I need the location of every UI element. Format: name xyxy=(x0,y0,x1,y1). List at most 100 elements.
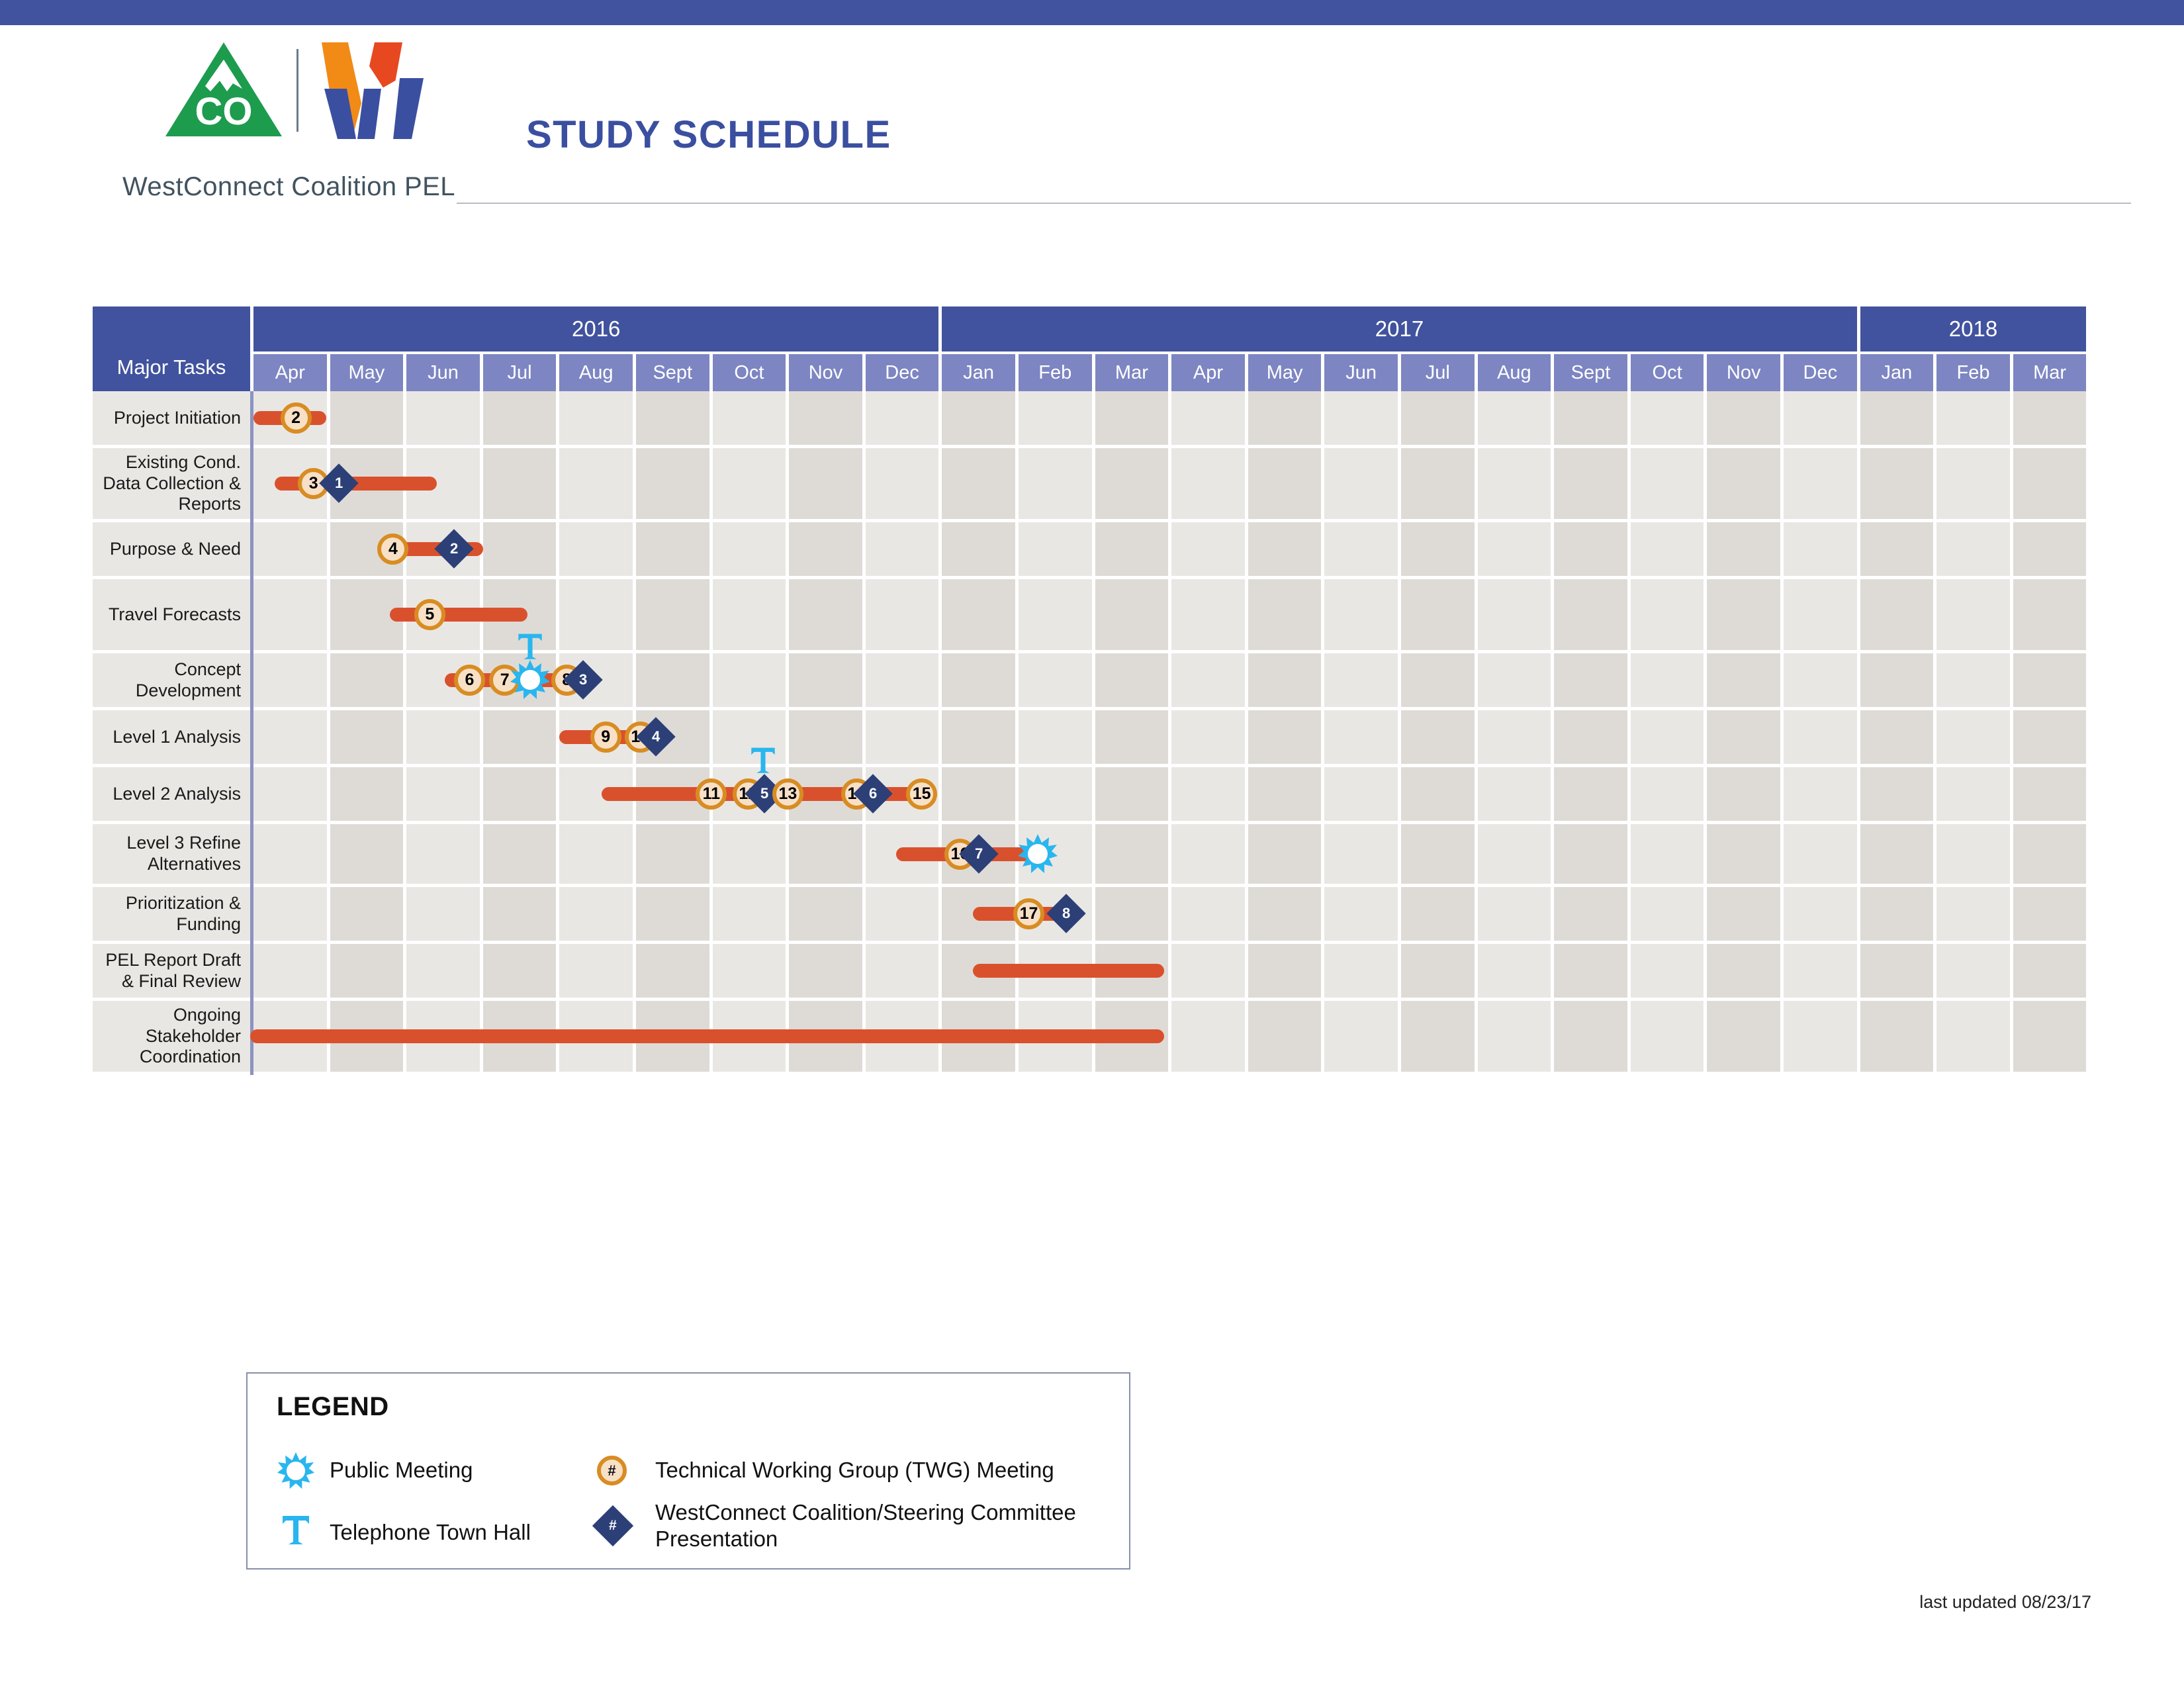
grid-cell xyxy=(559,944,633,998)
grid-cell xyxy=(1248,944,1322,998)
grid-cell xyxy=(1631,1001,1704,1072)
month-label: Aug xyxy=(579,362,614,384)
grid-cell xyxy=(1095,391,1169,445)
grid-cell xyxy=(1401,944,1475,998)
grid-cell xyxy=(1324,522,1398,576)
grid-cell xyxy=(1631,391,1704,445)
twg-meeting-marker[interactable]: 13 xyxy=(772,778,803,810)
month-label: Sept xyxy=(653,362,692,384)
grid-cell xyxy=(1401,579,1475,650)
axis-separator xyxy=(250,710,253,767)
legend-box: LEGEND Public Meeting Telephone Town Hal… xyxy=(246,1372,1130,1570)
grid-cell xyxy=(2013,391,2087,445)
grid-cell xyxy=(1401,522,1475,576)
grid-cell xyxy=(1095,448,1169,519)
month-label: Jun xyxy=(428,362,459,384)
twg-meeting-marker[interactable]: 9 xyxy=(590,722,621,753)
top-accent-band xyxy=(0,0,2184,25)
month-label: Mar xyxy=(1115,362,1148,384)
grid-cell xyxy=(1631,767,1704,821)
grid-cell xyxy=(1324,887,1398,941)
grid-cell xyxy=(1095,653,1169,707)
telephone-town-hall-marker[interactable] xyxy=(748,746,778,776)
twg-meeting-marker[interactable]: 2 xyxy=(281,402,312,434)
month-header-4: Aug xyxy=(559,354,633,391)
public-meeting-marker[interactable] xyxy=(510,659,551,700)
milestone-marker-number: 6 xyxy=(869,786,877,801)
twg-meeting-marker[interactable]: 17 xyxy=(1013,898,1044,929)
grid-cell xyxy=(1019,579,1092,650)
gantt-row: Project Initiation 2 xyxy=(93,391,2090,448)
grid-cell xyxy=(1784,767,1857,821)
logo-divider xyxy=(296,49,298,132)
grid-cell xyxy=(1324,767,1398,821)
grid-cell xyxy=(789,887,862,941)
grid-cell xyxy=(1019,710,1092,764)
telephone-town-hall-icon xyxy=(281,1514,311,1548)
grid-cell xyxy=(1019,522,1092,576)
grid-cell xyxy=(866,391,939,445)
task-label-cell: Level 2 Analysis xyxy=(93,767,250,821)
task-label-cell: Project Initiation xyxy=(93,391,250,445)
month-label: Jun xyxy=(1345,362,1377,384)
grid-cell xyxy=(406,767,480,821)
grid-cell xyxy=(1631,448,1704,519)
month-header-15: Jul xyxy=(1401,354,1475,391)
twg-meeting-icon: # xyxy=(597,1456,627,1485)
grid-cell xyxy=(253,767,327,821)
month-label: Dec xyxy=(885,362,919,384)
coalition-symbol: # xyxy=(609,1518,617,1534)
grid-cell xyxy=(1478,448,1551,519)
grid-cell xyxy=(789,710,862,764)
twg-meeting-marker[interactable]: 4 xyxy=(377,534,408,565)
grid-cell xyxy=(1707,767,1780,821)
task-label: Ongoing Stakeholder Coordination xyxy=(93,1005,241,1068)
grid-cell xyxy=(1631,522,1704,576)
grid-cell xyxy=(483,887,557,941)
grid-cell xyxy=(866,579,939,650)
coalition-presentation-icon: # xyxy=(592,1505,633,1546)
grid-cell xyxy=(636,653,709,707)
grid-cell xyxy=(1324,579,1398,650)
axis-separator xyxy=(250,653,253,710)
grid-cell xyxy=(1860,522,1934,576)
grid-cell xyxy=(1019,653,1092,707)
grid-cell xyxy=(1707,448,1780,519)
grid-cell xyxy=(406,887,480,941)
task-label: Level 1 Analysis xyxy=(113,727,241,748)
public-meeting-marker[interactable] xyxy=(1017,833,1058,874)
grid-cell xyxy=(483,391,557,445)
month-label: Feb xyxy=(1956,362,1989,384)
grid-cell xyxy=(789,522,862,576)
grid-cell xyxy=(1936,391,2010,445)
grid-cell xyxy=(1401,391,1475,445)
grid-cell xyxy=(1478,1001,1551,1072)
gantt-bar[interactable] xyxy=(390,608,527,622)
twg-meeting-marker[interactable]: 11 xyxy=(696,778,727,810)
grid-cell xyxy=(1324,1001,1398,1072)
month-label: Jul xyxy=(508,362,532,384)
grid-cell xyxy=(1707,391,1780,445)
gantt-bar[interactable] xyxy=(973,964,1164,978)
grid-cell xyxy=(559,522,633,576)
twg-meeting-marker[interactable]: 15 xyxy=(906,778,937,810)
grid-cell xyxy=(1860,824,1934,884)
grid-cell xyxy=(713,824,786,884)
grid-cell xyxy=(253,710,327,764)
grid-cell xyxy=(1324,391,1398,445)
month-header-20: Dec xyxy=(1784,354,1857,391)
task-label-cell: Purpose & Need xyxy=(93,522,250,576)
grid-cell xyxy=(1860,448,1934,519)
grid-cell xyxy=(1171,767,1245,821)
gantt-bar[interactable] xyxy=(250,1029,1164,1043)
twg-meeting-marker[interactable]: 6 xyxy=(454,665,485,696)
grid-cell xyxy=(1707,1001,1780,1072)
milestone-marker-number: 2 xyxy=(450,541,458,556)
twg-meeting-marker[interactable]: 5 xyxy=(414,599,445,630)
grid-cell xyxy=(1095,767,1169,821)
grid-cell xyxy=(1324,824,1398,884)
grid-cell xyxy=(1478,824,1551,884)
twg-marker-number: 17 xyxy=(1020,906,1038,922)
grid-cell xyxy=(1631,653,1704,707)
telephone-town-hall-marker[interactable] xyxy=(515,632,545,663)
